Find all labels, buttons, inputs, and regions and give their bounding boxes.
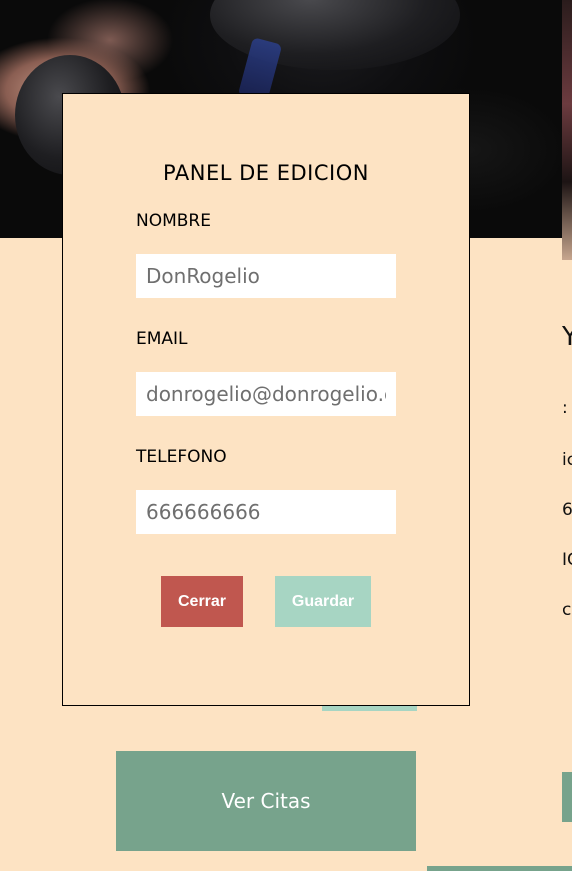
side-text-line: : [562, 398, 568, 418]
close-button[interactable]: Cerrar [161, 576, 243, 627]
side-text-line: 6 [562, 500, 572, 520]
email-label: EMAIL [136, 329, 188, 349]
save-button[interactable]: Guardar [275, 576, 371, 627]
side-heading: Y [562, 322, 572, 352]
side-text-line: IC [562, 550, 572, 570]
side-text-line: c [562, 600, 572, 620]
telefono-label: TELEFONO [136, 447, 227, 467]
edit-panel-modal: PANEL DE EDICION NOMBRE EMAIL TELEFONO C… [62, 93, 470, 706]
nombre-input[interactable] [136, 254, 396, 298]
side-button-edge [427, 866, 572, 871]
email-input[interactable] [136, 372, 396, 416]
side-image [562, 0, 572, 260]
side-button-edge [562, 772, 572, 822]
panel-title: PANEL DE EDICION [163, 161, 369, 185]
telefono-input[interactable] [136, 490, 396, 534]
nombre-label: NOMBRE [136, 211, 211, 231]
side-text-line: ic [562, 450, 572, 470]
ver-citas-button[interactable]: Ver Citas [116, 751, 416, 851]
